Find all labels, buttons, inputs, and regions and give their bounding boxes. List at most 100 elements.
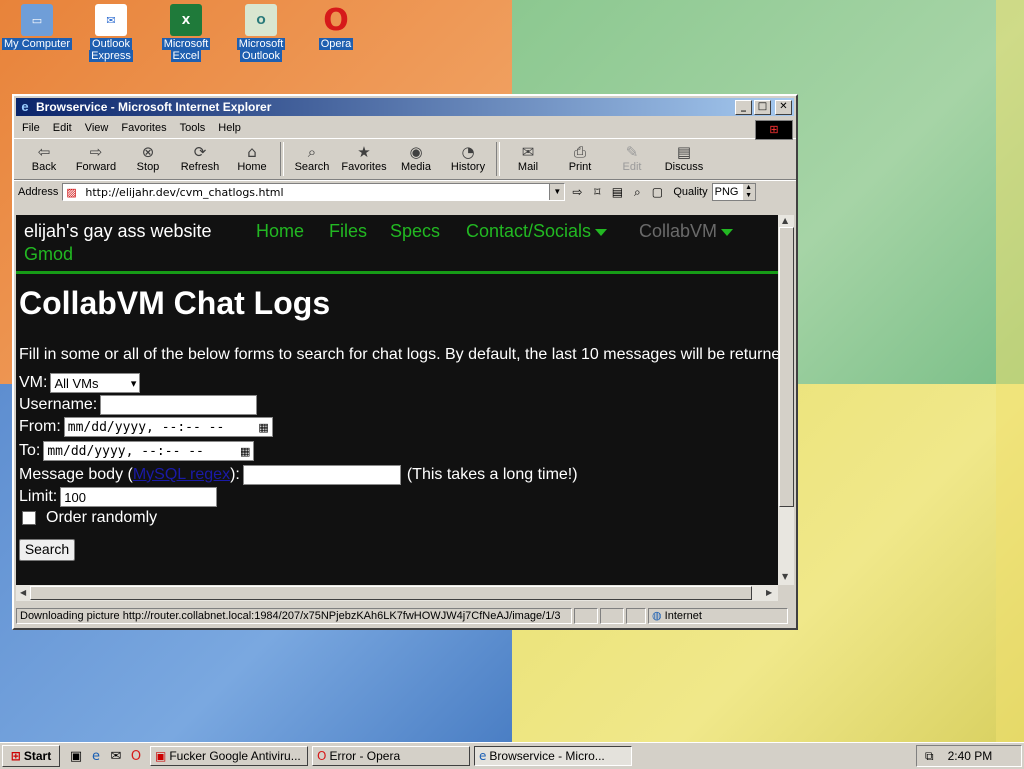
- desktop-icon-label: Opera: [318, 38, 354, 50]
- message-body-input[interactable]: [242, 465, 401, 485]
- menu-file[interactable]: File: [22, 122, 40, 134]
- scroll-up-icon[interactable]: ▲: [782, 216, 788, 225]
- scroll-thumb[interactable]: [779, 227, 794, 507]
- vertical-scrollbar[interactable]: ▲ ▼: [778, 215, 794, 585]
- nav-home[interactable]: Home: [256, 221, 304, 242]
- message-body-row: Message body (MySQL regex): (This takes …: [19, 465, 578, 485]
- nav-specs[interactable]: Specs: [390, 221, 440, 242]
- desktop-icon-opera[interactable]: O Opera: [300, 3, 372, 50]
- bookmark-icon[interactable]: ⌑: [589, 185, 605, 199]
- nav-contact[interactable]: Contact/Socials: [466, 221, 608, 242]
- calendar-icon[interactable]: ▦: [258, 421, 268, 434]
- address-bar: Address ▨ ▼ ⇨ ⌑ ▤ ⌕ ▢ Quality PNG ▲▼: [14, 180, 796, 203]
- order-random-checkbox[interactable]: [22, 511, 36, 525]
- horizontal-scrollbar[interactable]: ◀ ▶: [16, 585, 778, 601]
- forward-button[interactable]: ⇨ Forward: [70, 139, 122, 173]
- taskbar-item-browservice[interactable]: e Browservice - Micro...: [474, 746, 632, 766]
- status-text: Downloading picture http://router.collab…: [20, 610, 561, 622]
- nav-collabvm[interactable]: CollabVM: [639, 221, 734, 242]
- to-placeholder: mm/dd/yyyy, --:-- --: [47, 443, 204, 459]
- message-body-note: (This takes a long time!): [406, 466, 578, 483]
- menu-favorites[interactable]: Favorites: [121, 122, 166, 134]
- discuss-icon: ▤: [676, 143, 692, 161]
- clipboard-icon[interactable]: ▢: [649, 185, 665, 199]
- ie-icon: e: [21, 99, 29, 114]
- status-pane: [600, 608, 624, 624]
- desktop-icon-outlook-express[interactable]: ✉ Outlook Express: [75, 4, 147, 62]
- from-datetime-input[interactable]: mm/dd/yyyy, --:-- -- ▦: [63, 417, 273, 437]
- chevron-down-icon[interactable]: ▼: [549, 184, 565, 200]
- outlook-express-icon[interactable]: ✉: [106, 749, 126, 764]
- internet-explorer-icon[interactable]: e: [86, 749, 106, 764]
- go-arrow-icon[interactable]: ⇨: [569, 185, 585, 199]
- address-input[interactable]: [83, 184, 550, 200]
- scroll-left-icon[interactable]: ◀: [20, 588, 26, 597]
- nav-files[interactable]: Files: [329, 221, 367, 242]
- print-button[interactable]: ⎙ Print: [554, 139, 606, 173]
- site-brand[interactable]: elijah's gay ass website: [24, 221, 212, 242]
- back-arrow-icon: ⇦: [37, 143, 51, 161]
- start-button[interactable]: ⊞ Start: [2, 745, 60, 767]
- toolbar-label: Stop: [136, 161, 160, 173]
- home-button[interactable]: ⌂ Home: [226, 139, 278, 173]
- to-row: To: mm/dd/yyyy, --:-- -- ▦: [19, 441, 255, 461]
- print-icon: ⎙: [573, 143, 586, 161]
- refresh-button[interactable]: ⟳ Refresh: [174, 139, 226, 173]
- nav-gmod[interactable]: Gmod: [24, 244, 73, 265]
- username-input[interactable]: [100, 395, 258, 415]
- status-zone: ◍ Internet: [648, 608, 788, 624]
- desktop-icon-excel[interactable]: X Microsoft Excel: [150, 4, 222, 62]
- media-button[interactable]: ◉ Media: [390, 139, 442, 173]
- address-field[interactable]: ▨ ▼: [62, 183, 566, 201]
- network-icon[interactable]: ⧉: [925, 749, 934, 764]
- limit-label: Limit:: [19, 488, 58, 505]
- limit-value: 100: [64, 489, 86, 505]
- scroll-right-icon[interactable]: ▶: [766, 588, 772, 597]
- menu-help[interactable]: Help: [218, 122, 241, 134]
- search-button[interactable]: ⌕ Search: [286, 139, 338, 173]
- save-icon[interactable]: ▤: [609, 185, 625, 199]
- desktop-icon-my-computer[interactable]: ▭ My Computer: [1, 4, 73, 50]
- back-button[interactable]: ⇦ Back: [18, 139, 70, 173]
- minimize-button[interactable]: _: [735, 99, 752, 115]
- order-random-label: Order randomly: [46, 509, 158, 526]
- quality-label: Quality: [673, 186, 708, 198]
- mail-button[interactable]: ✉ Mail: [502, 139, 554, 173]
- discuss-button[interactable]: ▤ Discuss: [658, 139, 710, 173]
- stop-button[interactable]: ⊗ Stop: [122, 139, 174, 173]
- quality-select[interactable]: PNG ▲ ▼: [711, 183, 756, 201]
- opera-icon[interactable]: O: [126, 749, 146, 764]
- show-desktop-icon[interactable]: ▣: [66, 749, 86, 764]
- to-datetime-input[interactable]: mm/dd/yyyy, --:-- -- ▦: [43, 441, 255, 461]
- search-submit-button[interactable]: Search: [19, 539, 75, 561]
- scroll-down-icon[interactable]: ▼: [782, 572, 788, 581]
- history-button[interactable]: ◔ History: [442, 139, 494, 173]
- refresh-icon: ⟳: [193, 143, 207, 161]
- maximize-button[interactable]: □: [754, 99, 771, 115]
- vm-row: VM: All VMs ▾: [19, 373, 141, 393]
- taskbar: ⊞ Start ▣ e ✉ O ▣ Fucker Google Antiviru…: [0, 742, 1024, 769]
- taskbar-item-opera[interactable]: O Error - Opera: [312, 746, 470, 766]
- menu-tools[interactable]: Tools: [180, 122, 206, 134]
- taskbar-item-antivirus[interactable]: ▣ Fucker Google Antiviru...: [150, 746, 308, 766]
- menu-view[interactable]: View: [85, 122, 109, 134]
- mysql-regex-link[interactable]: MySQL regex: [133, 466, 230, 484]
- clock[interactable]: 2:40 PM: [948, 749, 993, 763]
- spinner-icon[interactable]: ▲ ▼: [742, 184, 755, 200]
- find-icon[interactable]: ⌕: [629, 185, 645, 200]
- vm-select[interactable]: All VMs ▾: [50, 373, 141, 393]
- desktop-icon-outlook[interactable]: O Microsoft Outlook: [225, 4, 297, 62]
- limit-input[interactable]: 100: [60, 487, 218, 507]
- scroll-thumb[interactable]: [30, 586, 752, 600]
- menu-edit[interactable]: Edit: [53, 122, 72, 134]
- intro-text: Fill in some or all of the below forms t…: [19, 346, 778, 363]
- page-icon: ▨: [66, 186, 77, 199]
- system-tray: ⧉ 2:40 PM: [916, 745, 1022, 767]
- favorites-button[interactable]: ★ Favorites: [338, 139, 390, 173]
- close-button[interactable]: ✕: [775, 99, 792, 115]
- title-bar[interactable]: e Browservice - Microsoft Internet Explo…: [16, 98, 794, 116]
- edit-button[interactable]: ✎ Edit: [606, 139, 658, 173]
- desktop-icon-label: Excel: [170, 50, 202, 62]
- caret-down-icon: [595, 228, 608, 236]
- calendar-icon[interactable]: ▦: [240, 445, 250, 458]
